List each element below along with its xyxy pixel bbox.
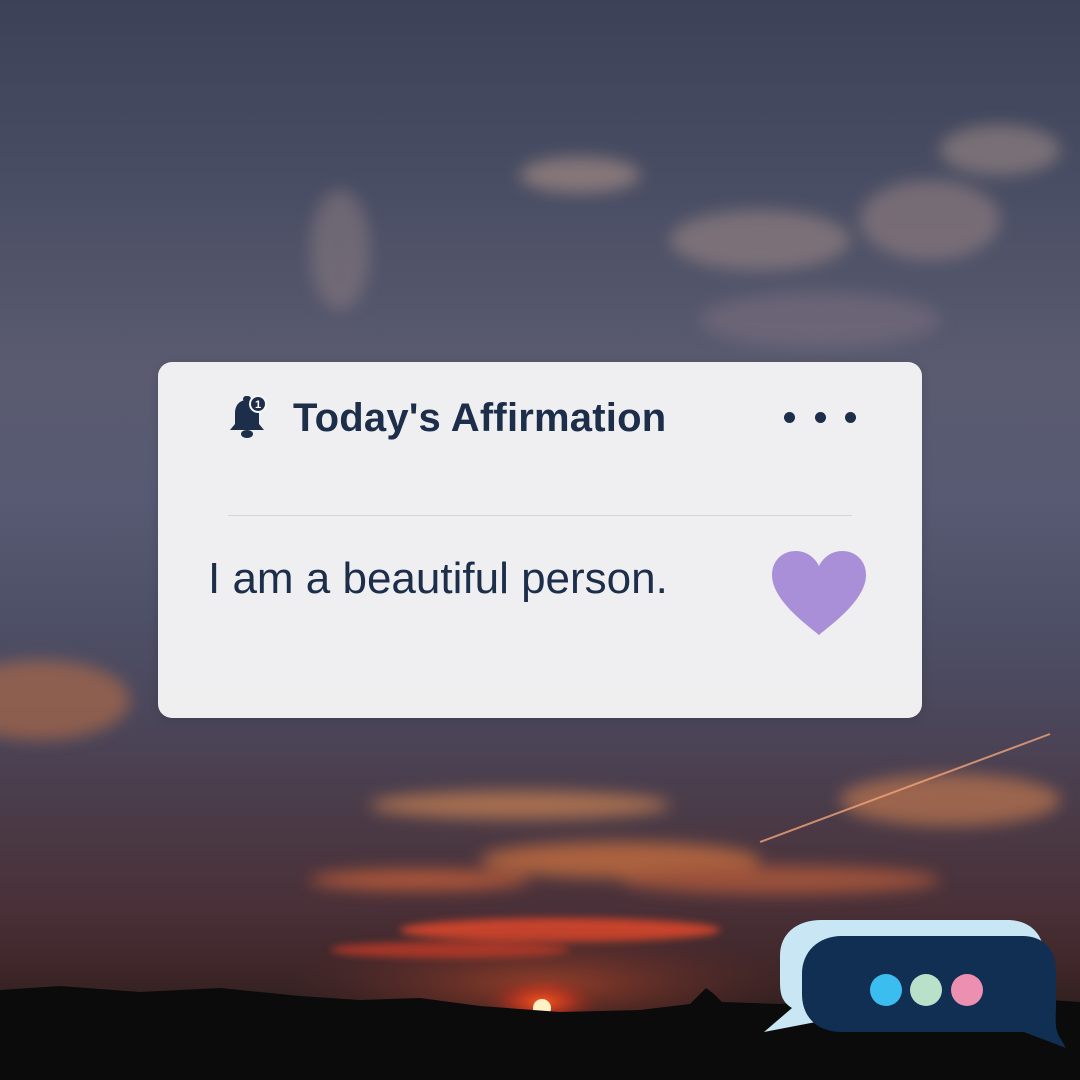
more-options-icon[interactable] (784, 402, 856, 432)
notification-badge-count: 1 (255, 399, 261, 411)
notification-title: Today's Affirmation (293, 396, 667, 440)
heart-icon[interactable] (770, 549, 868, 637)
more-dot (814, 411, 826, 423)
chat-dot-green (910, 974, 942, 1006)
sunset-background: 1 Today's Affirmation I am a beautiful p… (0, 0, 1080, 1080)
more-dot (845, 411, 856, 423)
affirmation-message: I am a beautiful person. (208, 554, 668, 603)
notification-bell-icon[interactable]: 1 (226, 394, 268, 442)
chat-bubble-icon[interactable] (762, 916, 1068, 1050)
card-divider (228, 515, 852, 516)
more-dot (784, 411, 795, 423)
chat-dot-pink (951, 974, 983, 1006)
chat-dot-blue (870, 974, 902, 1006)
